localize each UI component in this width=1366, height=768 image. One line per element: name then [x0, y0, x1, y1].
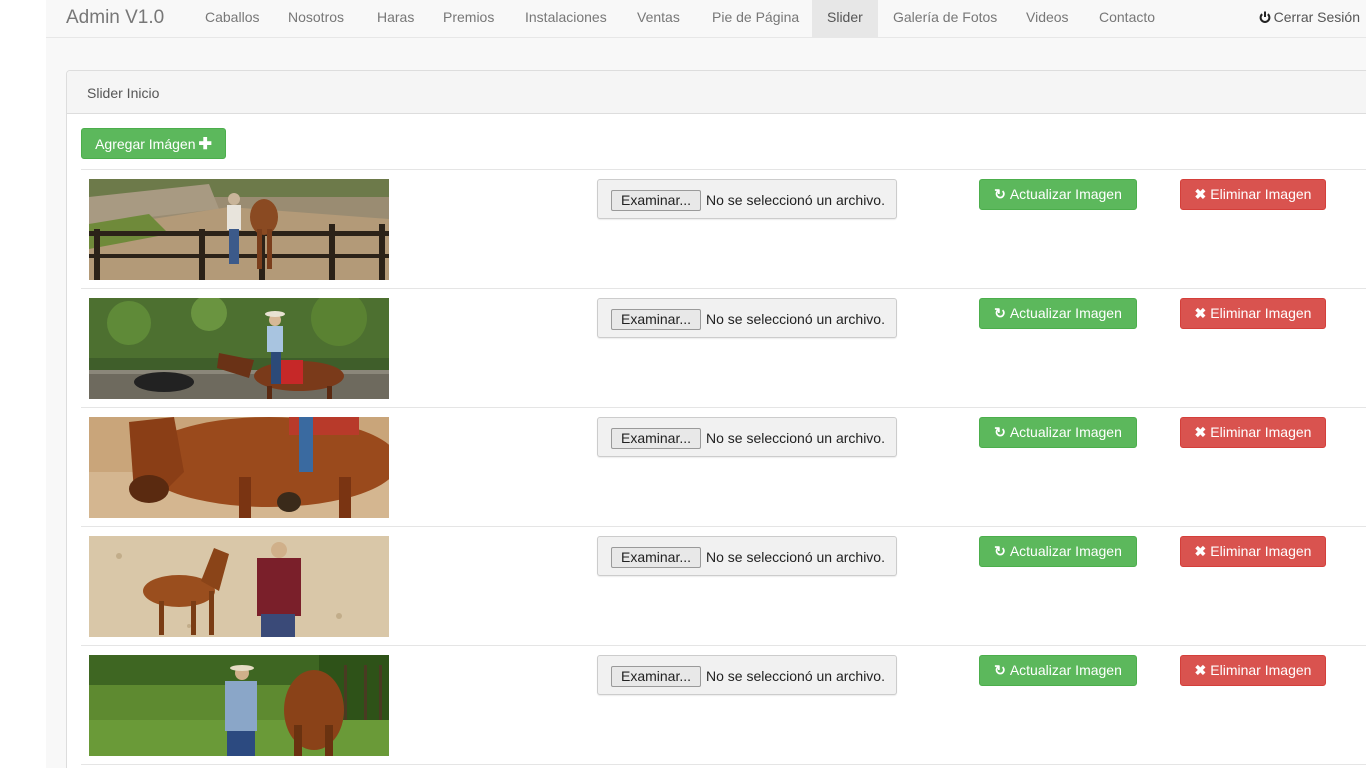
refresh-icon: ↻	[994, 186, 1006, 202]
delete-image-button[interactable]: ✖ Eliminar Imagen	[1180, 655, 1326, 686]
delete-image-button[interactable]: ✖ Eliminar Imagen	[1180, 536, 1326, 567]
browse-button[interactable]: Examinar...	[611, 428, 702, 449]
panel-title: Slider Inicio	[67, 71, 1366, 114]
delete-label: Eliminar Imagen	[1210, 424, 1312, 440]
update-label: Actualizar Imagen	[1009, 305, 1122, 321]
delete-label: Eliminar Imagen	[1210, 662, 1312, 678]
nav-item-haras[interactable]: Haras	[362, 0, 429, 37]
rider-horse-photo	[89, 298, 389, 399]
power-icon	[1259, 11, 1270, 23]
update-image-button[interactable]: ↻ Actualizar Imagen	[979, 179, 1137, 210]
delete-label: Eliminar Imagen	[1210, 305, 1312, 321]
nav-item-galeria-de-fotos[interactable]: Galería de Fotos	[878, 0, 1012, 37]
nav-item-nosotros[interactable]: Nosotros	[273, 0, 359, 37]
close-icon: ✖	[1194, 305, 1207, 321]
update-image-button[interactable]: ↻ Actualizar Imagen	[979, 417, 1137, 448]
delete-image-button[interactable]: ✖ Eliminar Imagen	[1180, 179, 1326, 210]
delete-image-button[interactable]: ✖ Eliminar Imagen	[1180, 417, 1326, 448]
browse-button[interactable]: Examinar...	[611, 309, 702, 330]
delete-image-button[interactable]: ✖ Eliminar Imagen	[1180, 298, 1326, 329]
file-status: No se seleccionó un archivo.	[706, 311, 885, 327]
file-status: No se seleccionó un archivo.	[706, 668, 885, 684]
slide-row: Examinar... No se seleccionó un archivo.…	[81, 407, 1366, 526]
nav-item-slider[interactable]: Slider	[812, 0, 878, 37]
nav-item-ventas[interactable]: Ventas	[622, 0, 695, 37]
refresh-icon: ↻	[994, 662, 1006, 678]
update-label: Actualizar Imagen	[1009, 662, 1122, 678]
slider-panel: Slider Inicio Agregar Imágen ✚ Examinar.…	[66, 70, 1366, 768]
file-input[interactable]: Examinar... No se seleccionó un archivo.	[597, 179, 897, 219]
delete-label: Eliminar Imagen	[1210, 543, 1312, 559]
slide-row: Examinar... No se seleccionó un archivo.…	[81, 169, 1366, 288]
refresh-icon: ↻	[994, 305, 1006, 321]
brand[interactable]: Admin V1.0	[66, 6, 164, 30]
man-foal-photo	[89, 536, 389, 637]
top-navbar: Admin V1.0 Caballos Nosotros Haras Premi…	[46, 0, 1366, 38]
close-icon: ✖	[1194, 662, 1207, 678]
update-label: Actualizar Imagen	[1009, 543, 1122, 559]
delete-label: Eliminar Imagen	[1210, 186, 1312, 202]
file-input[interactable]: Examinar... No se seleccionó un archivo.	[597, 655, 897, 695]
nav-item-contacto[interactable]: Contacto	[1084, 0, 1170, 37]
plus-icon: ✚	[198, 136, 212, 153]
file-status: No se seleccionó un archivo.	[706, 549, 885, 565]
file-status: No se seleccionó un archivo.	[706, 192, 885, 208]
horse-closeup-photo	[89, 417, 389, 518]
update-image-button[interactable]: ↻ Actualizar Imagen	[979, 655, 1137, 686]
nav-item-instalaciones[interactable]: Instalaciones	[510, 0, 622, 37]
update-label: Actualizar Imagen	[1009, 424, 1122, 440]
slide-row: Examinar... No se seleccionó un archivo.…	[81, 288, 1366, 407]
nav-item-premios[interactable]: Premios	[428, 0, 509, 37]
browse-button[interactable]: Examinar...	[611, 666, 702, 687]
update-image-button[interactable]: ↻ Actualizar Imagen	[979, 298, 1137, 329]
file-input[interactable]: Examinar... No se seleccionó un archivo.	[597, 417, 897, 457]
nav-item-videos[interactable]: Videos	[1011, 0, 1084, 37]
file-input[interactable]: Examinar... No se seleccionó un archivo.	[597, 298, 897, 338]
refresh-icon: ↻	[994, 424, 1006, 440]
logout-label: Cerrar Sesión	[1273, 9, 1360, 25]
nav-item-pie-de-pagina[interactable]: Pie de Página	[697, 0, 814, 37]
row-divider	[81, 764, 1366, 765]
add-image-button[interactable]: Agregar Imágen ✚	[81, 128, 226, 159]
update-image-button[interactable]: ↻ Actualizar Imagen	[979, 536, 1137, 567]
refresh-icon: ↻	[994, 543, 1006, 559]
browse-button[interactable]: Examinar...	[611, 547, 702, 568]
slide-row: Examinar... No se seleccionó un archivo.…	[81, 645, 1366, 764]
admin-page: Admin V1.0 Caballos Nosotros Haras Premi…	[46, 0, 1366, 768]
slide-row: Examinar... No se seleccionó un archivo.…	[81, 526, 1366, 645]
horse-fence-photo	[89, 179, 389, 280]
file-status: No se seleccionó un archivo.	[706, 430, 885, 446]
file-input[interactable]: Examinar... No se seleccionó un archivo.	[597, 536, 897, 576]
close-icon: ✖	[1194, 186, 1207, 202]
close-icon: ✖	[1194, 424, 1207, 440]
man-horse-field-photo	[89, 655, 389, 756]
nav-item-caballos[interactable]: Caballos	[190, 0, 274, 37]
update-label: Actualizar Imagen	[1009, 186, 1122, 202]
add-image-label: Agregar Imágen	[95, 136, 196, 152]
close-icon: ✖	[1194, 543, 1207, 559]
logout-link[interactable]: Cerrar Sesión	[1259, 0, 1360, 37]
browse-button[interactable]: Examinar...	[611, 190, 702, 211]
